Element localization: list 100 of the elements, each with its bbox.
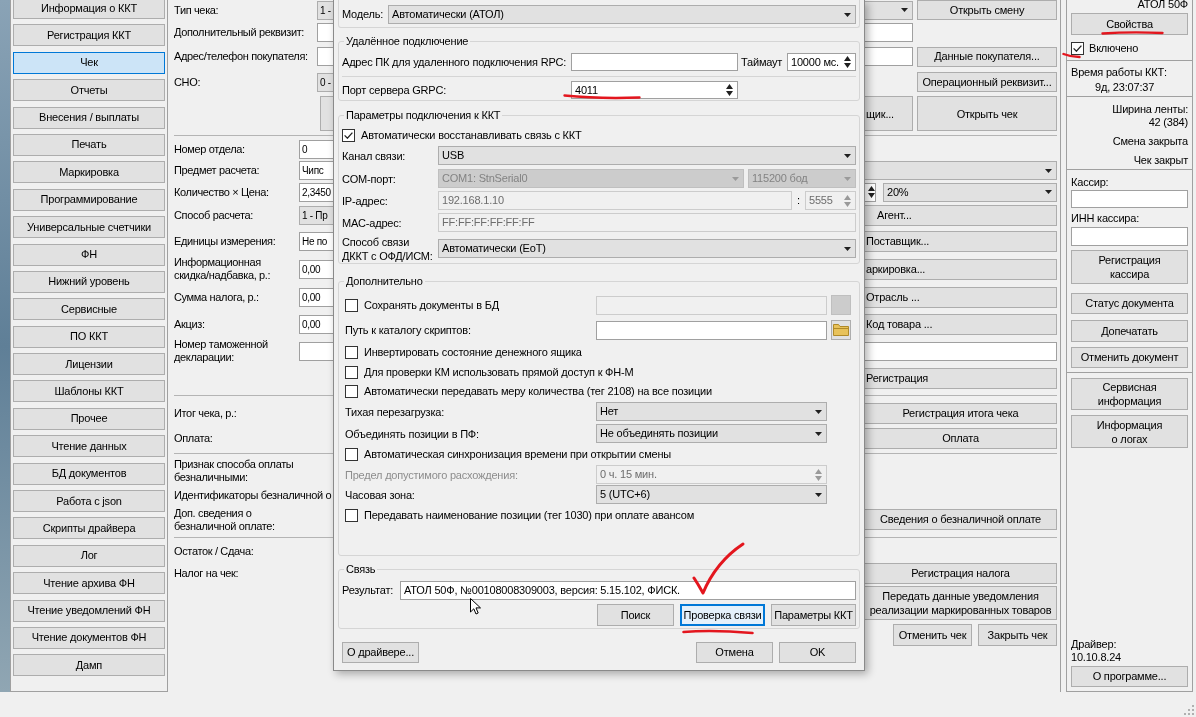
text-field[interactable] xyxy=(299,341,333,361)
checkbox[interactable] xyxy=(345,447,358,461)
checkbox[interactable] xyxy=(345,384,358,398)
action-button[interactable]: О программе... xyxy=(1071,666,1188,687)
action-button[interactable]: Статус документа xyxy=(1071,293,1188,314)
sidebar-button[interactable]: Отчеты xyxy=(13,79,165,102)
sidebar-button[interactable]: Печать xyxy=(13,133,165,156)
text-field[interactable] xyxy=(865,22,913,42)
sidebar-button[interactable]: БД документов xyxy=(13,462,165,485)
action-button[interactable]: Закрыть чек xyxy=(978,624,1057,646)
text-field[interactable]: АТОЛ 50Ф, №00108008309003, версия: 5.15.102, ФИСК. xyxy=(400,581,856,600)
action-button[interactable]: Проверка связи xyxy=(680,604,765,626)
sidebar-button[interactable]: Чтение архива ФН xyxy=(13,572,165,595)
dropdown[interactable] xyxy=(865,0,913,20)
checkbox[interactable] xyxy=(1071,42,1084,55)
sidebar-button[interactable]: Информация о ККТ xyxy=(13,0,165,19)
browse-button[interactable] xyxy=(831,320,851,340)
sidebar-button[interactable]: Чек xyxy=(13,51,165,74)
dropdown[interactable]: 5 (UTC+6) xyxy=(596,485,827,504)
dropdown-arrow-icon xyxy=(815,492,822,497)
sidebar-button[interactable]: Шаблоны ККТ xyxy=(13,380,165,403)
spin-field[interactable] xyxy=(865,182,876,202)
action-button[interactable]: Сервисная информация xyxy=(1071,378,1188,410)
sidebar-button[interactable]: Чтение данных xyxy=(13,435,165,458)
sidebar-button[interactable]: Скрипты драйвера xyxy=(13,517,165,540)
action-button[interactable]: Агент... xyxy=(865,205,1057,226)
cashier-field[interactable] xyxy=(1071,190,1188,208)
text-field[interactable] xyxy=(317,47,333,66)
text-field[interactable] xyxy=(571,53,738,71)
text-field[interactable]: 2,3450 xyxy=(299,182,333,202)
checkbox[interactable] xyxy=(342,128,355,142)
action-button[interactable]: Код товара ... xyxy=(865,313,1057,335)
text-field[interactable]: 0,00 xyxy=(299,314,333,334)
action-button[interactable]: Отменить документ xyxy=(1071,347,1188,368)
dropdown[interactable]: Нет xyxy=(596,402,827,421)
text-field[interactable]: Чипс xyxy=(299,161,333,180)
action-button[interactable]: Операционный реквизит... xyxy=(917,72,1057,92)
text-field[interactable]: 0,00 xyxy=(299,288,333,307)
action-button[interactable]: О драйвере... xyxy=(342,642,419,663)
properties-button[interactable]: Свойства xyxy=(1071,13,1188,35)
sidebar-button[interactable]: Работа с json xyxy=(13,490,165,513)
dropdown[interactable]: 1 - Пр xyxy=(299,206,333,225)
action-button[interactable]: Регистрация налога xyxy=(865,563,1057,584)
sidebar-button[interactable]: Лицензии xyxy=(13,353,165,376)
action-button[interactable]: Сведения о безналичной оплате xyxy=(865,509,1057,530)
text-field[interactable]: 0,00 xyxy=(299,259,333,279)
action-button[interactable]: Отменить чек xyxy=(893,624,972,646)
text-field[interactable]: 0 xyxy=(299,140,333,159)
sidebar-button[interactable]: Внесения / выплаты xyxy=(13,106,165,129)
sidebar-button[interactable]: Нижний уровень xyxy=(13,270,165,293)
sidebar-button[interactable]: Универсальные счетчики xyxy=(13,216,165,239)
sidebar-button[interactable]: Чтение документов ФН xyxy=(13,627,165,649)
checkbox[interactable] xyxy=(345,345,358,359)
dropdown[interactable]: Автоматически (АТОЛ) xyxy=(388,5,856,24)
action-button[interactable] xyxy=(320,96,333,131)
text-field[interactable]: Не по xyxy=(299,231,333,251)
action-button[interactable]: Регистрация xyxy=(865,368,1057,389)
action-button[interactable]: Отмена xyxy=(696,642,773,663)
sidebar-button[interactable]: Лог xyxy=(13,544,165,567)
spin-field[interactable]: 4011 xyxy=(571,81,738,99)
dropdown[interactable]: 1 - xyxy=(317,0,333,20)
action-button[interactable]: Допечатать xyxy=(1071,320,1188,342)
sidebar-button[interactable]: Регистрация ККТ xyxy=(13,24,165,47)
cashier-inn-field[interactable] xyxy=(1071,227,1188,246)
action-button[interactable]: Параметры ККТ xyxy=(771,604,856,626)
action-button[interactable]: Открыть смену xyxy=(917,0,1057,20)
action-button[interactable]: Открыть чек xyxy=(917,96,1057,131)
sidebar-button[interactable]: Маркировка xyxy=(13,161,165,184)
dropdown[interactable]: 0 - xyxy=(317,72,333,92)
sidebar-button[interactable]: Прочее xyxy=(13,407,165,430)
action-button[interactable]: щик... xyxy=(865,96,913,131)
dropdown[interactable]: USB xyxy=(438,146,856,165)
text-field[interactable] xyxy=(865,47,913,66)
action-button[interactable]: OK xyxy=(779,642,856,663)
sidebar-button[interactable]: Сервисные xyxy=(13,298,165,321)
action-button[interactable]: Оплата xyxy=(865,428,1057,449)
text-field[interactable] xyxy=(317,22,333,42)
action-button[interactable]: аркировка... xyxy=(865,258,1057,280)
action-button[interactable]: Поиск xyxy=(597,604,674,626)
dropdown[interactable]: Не объединять позиции xyxy=(596,424,827,443)
action-button[interactable]: Регистрация кассира xyxy=(1071,250,1188,284)
action-button[interactable]: Данные покупателя... xyxy=(917,46,1057,67)
action-button[interactable]: Регистрация итога чека xyxy=(865,402,1057,424)
dropdown[interactable]: Автоматически (ЕоТ) xyxy=(438,239,856,258)
action-button[interactable]: Передать данные уведомления реализации маркированных товаров xyxy=(865,586,1057,620)
sidebar-button[interactable]: Дамп xyxy=(13,654,165,677)
sidebar-button[interactable]: ПО ККТ xyxy=(13,325,165,348)
text-field[interactable] xyxy=(596,320,827,340)
sidebar-button[interactable]: Программирование xyxy=(13,188,165,211)
action-button[interactable]: Отрасль ... xyxy=(865,287,1057,308)
sidebar-button[interactable]: ФН xyxy=(13,243,165,266)
checkbox[interactable] xyxy=(345,508,358,522)
action-button[interactable]: Информация о логах xyxy=(1071,415,1188,448)
checkbox[interactable] xyxy=(345,298,358,312)
sidebar-button[interactable]: Чтение уведомлений ФН xyxy=(13,599,165,622)
spin-field[interactable]: 10000 мс. xyxy=(787,53,856,71)
checkbox[interactable] xyxy=(345,365,358,379)
text-field[interactable] xyxy=(865,341,1057,361)
action-button[interactable]: Поставщик... xyxy=(865,230,1057,252)
dropdown[interactable]: 20% xyxy=(883,182,1057,202)
